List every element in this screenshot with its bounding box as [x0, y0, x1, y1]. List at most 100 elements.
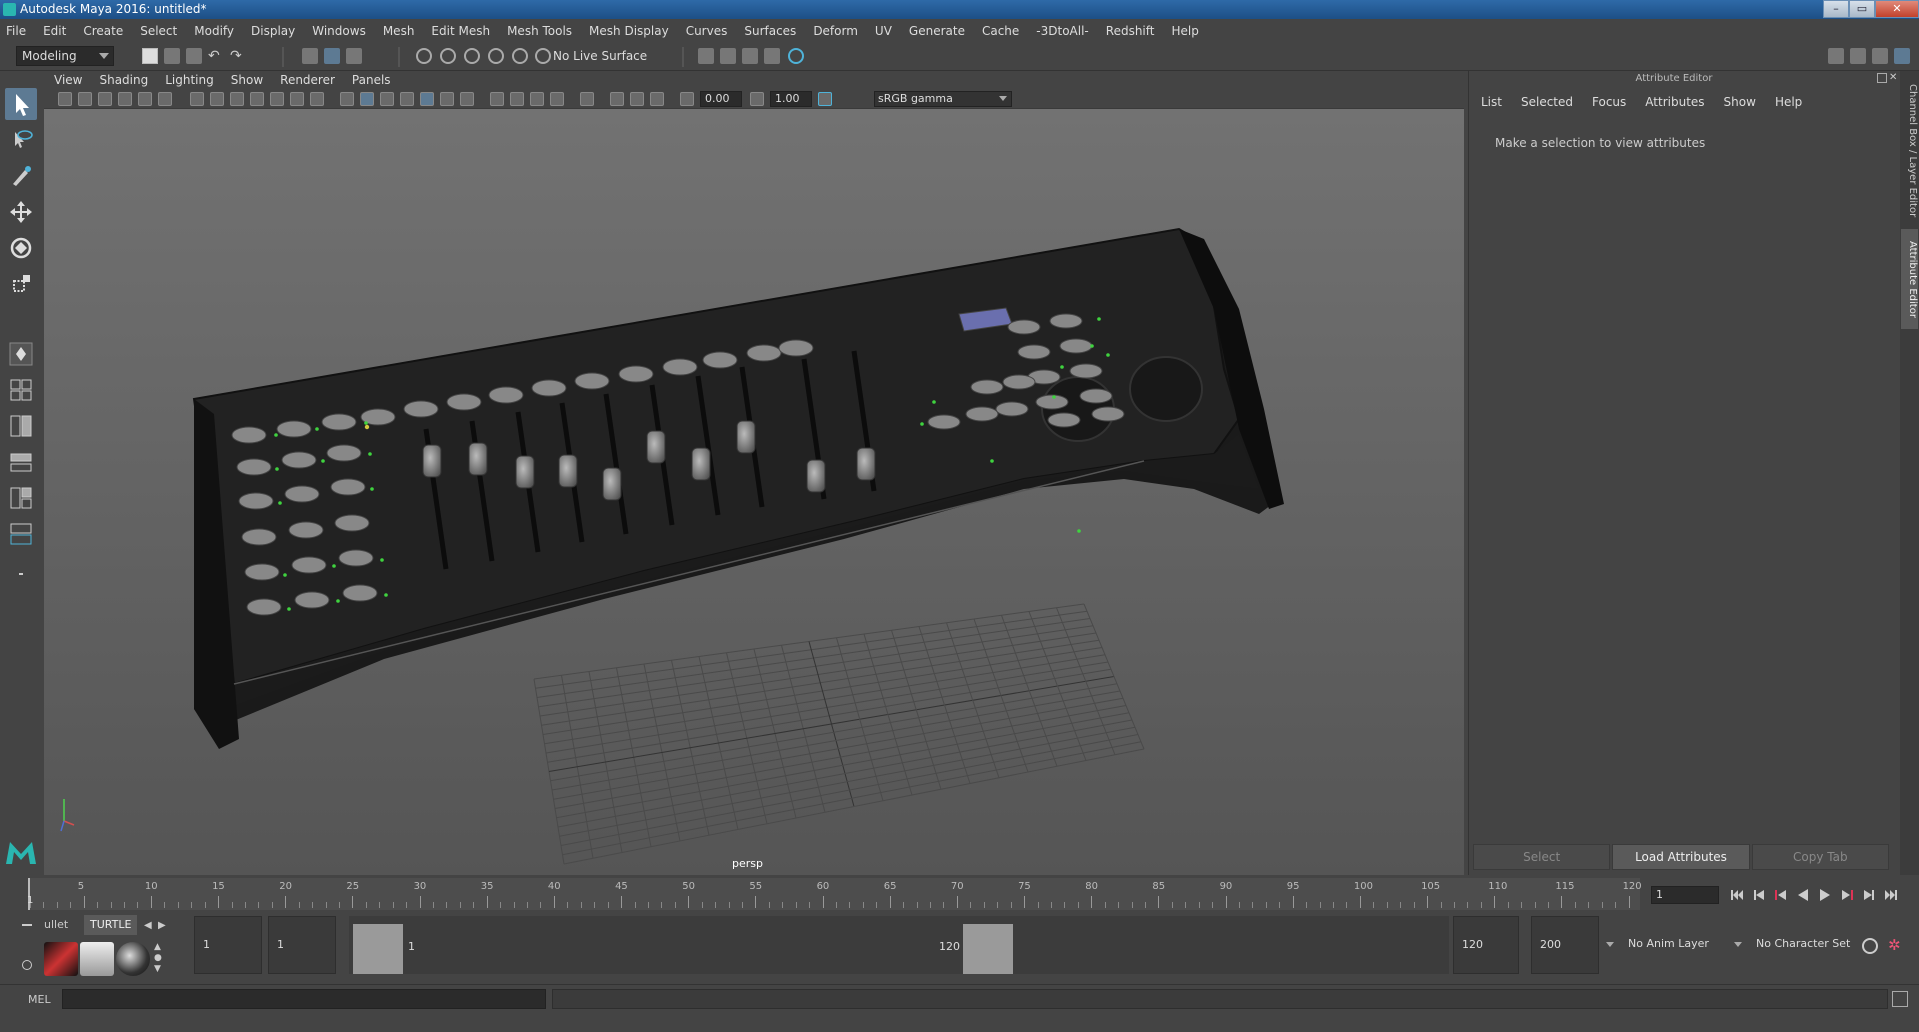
channel-box-toggle-icon[interactable] [1894, 48, 1910, 64]
redo-icon[interactable]: ↷ [230, 48, 246, 64]
grid-toggle-icon[interactable] [190, 92, 204, 106]
new-scene-icon[interactable] [142, 48, 158, 64]
smooth-shade-icon[interactable] [360, 92, 374, 106]
toolbox-more-icon[interactable] [5, 558, 37, 590]
playback-start-field[interactable]: 1 [268, 916, 336, 974]
animation-end-field[interactable]: 200 [1531, 916, 1599, 974]
attribute-editor-toggle-icon[interactable] [1850, 48, 1866, 64]
menu-help[interactable]: Help [1171, 24, 1198, 38]
play-forward-icon[interactable] [1818, 888, 1832, 902]
chevron-down-icon[interactable] [1734, 942, 1742, 947]
camera-icon[interactable] [58, 92, 72, 106]
render-view-icon[interactable] [698, 48, 714, 64]
menu-cache[interactable]: Cache [982, 24, 1019, 38]
menu-display[interactable]: Display [251, 24, 295, 38]
animation-preferences-icon[interactable]: ✲ [1888, 936, 1901, 954]
time-slider[interactable]: 5 10 15 20 25 30 35 40 45 50 55 60 65 70 75 80 85 90 95 100… [0, 876, 1919, 912]
gate-mask-icon[interactable] [250, 92, 264, 106]
bookmark-icon[interactable] [98, 92, 112, 106]
current-frame-field[interactable]: 1 [1651, 886, 1719, 904]
menu-edit[interactable]: Edit [43, 24, 66, 38]
layout-graph-editor-icon[interactable] [5, 482, 37, 514]
menu-mesh-tools[interactable]: Mesh Tools [507, 24, 572, 38]
gamma-icon[interactable] [750, 92, 764, 106]
live-surface-label[interactable]: No Live Surface [553, 49, 647, 63]
menu-uv[interactable]: UV [875, 24, 892, 38]
perspective-viewport[interactable]: persp [44, 109, 1464, 875]
panel-menu-show[interactable]: Show [231, 73, 263, 87]
shadows-icon[interactable] [460, 92, 474, 106]
menu-modify[interactable]: Modify [194, 24, 234, 38]
tab-channel-box-layer-editor[interactable]: Channel Box / Layer Editor [1901, 81, 1918, 221]
tool-settings-icon[interactable] [1872, 48, 1888, 64]
x-ray-icon[interactable] [420, 92, 434, 106]
menu-windows[interactable]: Windows [312, 24, 366, 38]
rotate-tool-icon[interactable] [5, 232, 37, 264]
modeling-toolkit-icon[interactable] [1828, 48, 1844, 64]
step-back-icon[interactable] [1752, 888, 1766, 902]
wireframe-icon[interactable] [340, 92, 354, 106]
panel-menu-shading[interactable]: Shading [99, 73, 148, 87]
select-tool-icon[interactable] [5, 88, 37, 120]
anim-layer-select[interactable]: No Anim Layer [1620, 916, 1720, 974]
close-panel-icon[interactable]: ✕ [1889, 73, 1899, 83]
float-panel-icon[interactable] [1877, 73, 1887, 83]
menu-edit-mesh[interactable]: Edit Mesh [431, 24, 490, 38]
go-to-start-icon[interactable] [1730, 888, 1744, 902]
move-tool-icon[interactable] [5, 196, 37, 228]
xray-joints-icon[interactable] [610, 92, 624, 106]
xray-active-components-icon[interactable] [630, 92, 644, 106]
shelf-tab-turtle[interactable]: TURTLE [84, 915, 138, 935]
undo-icon[interactable]: ↶ [208, 48, 224, 64]
exposure-field[interactable]: 0.00 [700, 91, 742, 107]
isolate-select-icon[interactable] [580, 92, 594, 106]
turtle-bake-icon[interactable] [80, 942, 114, 976]
tab-attribute-editor[interactable]: Attribute Editor [1901, 229, 1918, 329]
image-plane-icon[interactable] [118, 92, 132, 106]
ipr-render-icon[interactable] [742, 48, 758, 64]
snap-vertex-icon[interactable] [535, 48, 551, 64]
range-end-handle[interactable] [963, 924, 1013, 974]
hypershade-icon[interactable] [788, 48, 804, 64]
motion-blur-icon[interactable] [510, 92, 524, 106]
turtle-surface-transfer-icon[interactable] [116, 942, 150, 976]
menu-mesh[interactable]: Mesh [383, 24, 415, 38]
safe-action-icon[interactable] [290, 92, 304, 106]
grease-pencil-icon[interactable] [158, 92, 172, 106]
maximize-button[interactable]: ▭ [1849, 0, 1875, 18]
wireframe-on-shaded-icon[interactable] [400, 92, 414, 106]
panel-menu-panels[interactable]: Panels [352, 73, 391, 87]
menu-set-select[interactable]: Modeling [16, 46, 114, 66]
ambient-occlusion-icon[interactable] [490, 92, 504, 106]
render-settings-icon[interactable] [764, 48, 780, 64]
field-chart-icon[interactable] [270, 92, 284, 106]
step-forward-icon[interactable] [1862, 888, 1876, 902]
play-backward-icon[interactable] [1796, 888, 1810, 902]
snap-surface-icon[interactable] [512, 48, 528, 64]
shelf-tab-bullet[interactable]: ullet [38, 915, 74, 935]
menu-3dtoall[interactable]: -3DtoAll- [1036, 24, 1088, 38]
snap-grid-icon[interactable] [416, 48, 432, 64]
shelf-scroll-right-icon[interactable]: ▶ [158, 920, 166, 931]
panel-menu-lighting[interactable]: Lighting [165, 73, 214, 87]
turtle-render-icon[interactable] [44, 942, 78, 976]
snap-view-plane-icon[interactable] [488, 48, 504, 64]
view-transform-select[interactable]: sRGB gamma [874, 91, 1012, 107]
gamma-field[interactable]: 1.00 [770, 91, 812, 107]
step-back-key-icon[interactable] [1774, 888, 1788, 902]
safe-title-icon[interactable] [310, 92, 324, 106]
panel-menu-view[interactable]: View [54, 73, 82, 87]
layout-four-panes-icon[interactable] [5, 374, 37, 406]
auto-key-icon[interactable] [1862, 938, 1878, 954]
backface-culling-icon[interactable] [650, 92, 664, 106]
ae-copy-tab-button[interactable]: Copy Tab [1751, 844, 1889, 870]
shelf-options-icon[interactable]: ▲ ● ▼ [154, 942, 162, 975]
render-frame-icon[interactable] [720, 48, 736, 64]
script-editor-icon[interactable] [1892, 991, 1908, 1007]
shelf-settings-icon[interactable] [22, 960, 32, 970]
range-start-handle[interactable] [353, 924, 403, 974]
minimize-button[interactable]: – [1823, 0, 1849, 18]
menu-redshift[interactable]: Redshift [1106, 24, 1155, 38]
command-language-label[interactable]: MEL [28, 993, 51, 1006]
step-forward-key-icon[interactable] [1840, 888, 1854, 902]
